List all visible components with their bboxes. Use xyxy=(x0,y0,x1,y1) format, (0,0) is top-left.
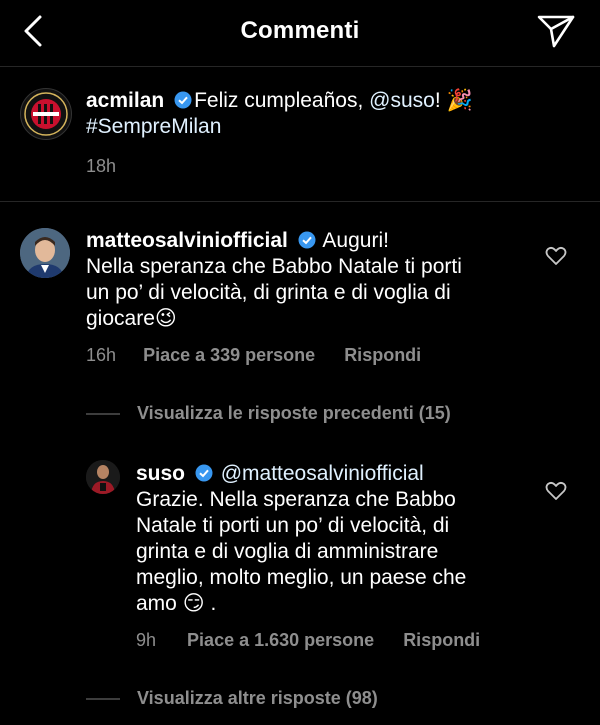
divider xyxy=(86,413,120,415)
suso-avatar-icon xyxy=(86,460,120,494)
comment-text: un po’ di velocità, di grinta e di vogli… xyxy=(86,281,451,304)
divider xyxy=(86,698,120,700)
heart-icon[interactable] xyxy=(545,481,567,501)
view-more-replies-button[interactable]: Visualizza altre risposte (98) xyxy=(137,688,378,709)
post-caption: acmilan Feliz cumpleaños, @suso! 🎉 #Semp… xyxy=(0,67,600,202)
reply-text: grinta e di voglia di amministrare xyxy=(136,540,439,563)
reply-button[interactable]: Rispondi xyxy=(403,630,480,651)
caption-time: 18h xyxy=(86,156,117,176)
avatar[interactable] xyxy=(86,460,120,494)
comment-time: 16h xyxy=(86,345,117,365)
verified-badge-icon xyxy=(298,231,316,249)
reply-text: amo xyxy=(136,592,177,615)
reply-time: 9h xyxy=(136,630,157,650)
likes-count[interactable]: Piace a 1.630 persone xyxy=(187,630,374,651)
verified-badge-icon xyxy=(195,464,213,482)
reply-username[interactable]: suso xyxy=(136,462,185,485)
caption-text: Feliz cumpleaños, xyxy=(194,89,370,112)
comment-text: Nella speranza che Babbo Natale ti porti xyxy=(86,255,462,278)
smirk-emoji: 😏 xyxy=(182,592,205,615)
comment-text: giocare xyxy=(86,307,155,330)
view-previous-replies-button[interactable]: Visualizza le risposte precedenti (15) xyxy=(137,403,451,424)
likes-count[interactable]: Piace a 339 persone xyxy=(143,345,315,366)
page-title: Commenti xyxy=(240,17,360,44)
top-bar: Commenti xyxy=(0,0,600,67)
reply-text: Natale ti porti un po’ di velocità, di xyxy=(136,514,450,537)
caption-username[interactable]: acmilan xyxy=(86,89,164,112)
comment-text: Auguri! xyxy=(322,229,389,252)
paper-plane-icon[interactable] xyxy=(536,13,576,49)
caption-hashtag[interactable]: #SempreMilan xyxy=(86,115,221,138)
verified-badge-icon xyxy=(174,91,192,109)
comment-username[interactable]: matteosalviniofficial xyxy=(86,229,288,252)
reply-mention[interactable]: @matteosalviniofficial xyxy=(221,462,424,485)
avatar[interactable] xyxy=(20,88,72,140)
caption-mention[interactable]: @suso xyxy=(369,89,435,112)
wink-emoji: 😉 xyxy=(154,307,177,330)
reply-button[interactable]: Rispondi xyxy=(344,345,421,366)
avatar[interactable] xyxy=(20,228,70,278)
reply-text: meglio, molto meglio, un paese che xyxy=(136,566,467,589)
reply-text: Grazie. Nella speranza che Babbo xyxy=(136,488,456,511)
salvini-avatar-icon xyxy=(20,228,70,278)
party-emoji: 🎉 xyxy=(446,89,473,112)
acmilan-logo-icon xyxy=(24,92,68,136)
heart-icon[interactable] xyxy=(545,246,567,266)
